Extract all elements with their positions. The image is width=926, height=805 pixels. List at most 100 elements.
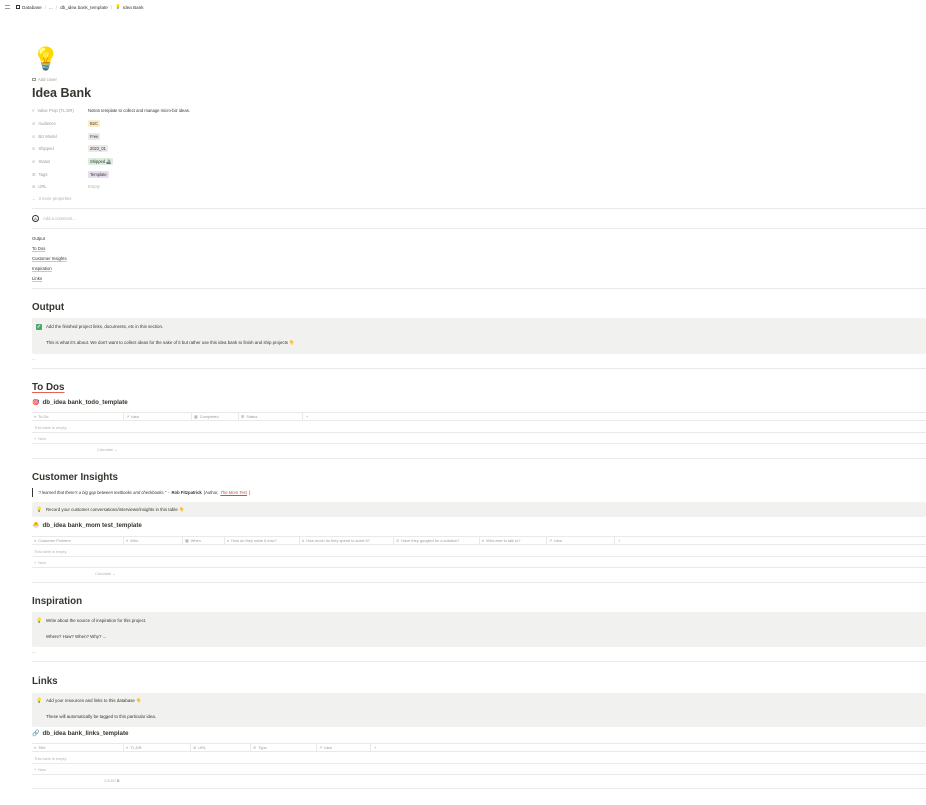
calculate-button[interactable]: Calculate ⌄ bbox=[95, 571, 116, 576]
divider bbox=[32, 368, 926, 369]
relation-icon: ↗ bbox=[126, 414, 130, 419]
sidebar-toggle-icon[interactable] bbox=[5, 5, 10, 9]
column-header[interactable]: ≡ Who else to talk to? bbox=[480, 537, 547, 544]
chevron-down-icon: ⌄ bbox=[114, 447, 118, 452]
property-status[interactable]: ⊙ Status Shipped 🚢 bbox=[32, 157, 332, 166]
new-row-button[interactable]: + New bbox=[32, 557, 926, 568]
column-header[interactable]: ≡ TL;DR bbox=[124, 744, 191, 751]
avatar: A bbox=[32, 215, 39, 222]
select-icon: ⊙ bbox=[32, 121, 36, 126]
text-icon: ≡ bbox=[34, 414, 37, 419]
chevron-down-icon: ⌄ bbox=[112, 571, 116, 576]
breadcrumb-template[interactable]: db_idea bank_template bbox=[60, 5, 108, 10]
multiselect-icon: ☰ bbox=[32, 172, 36, 177]
column-header[interactable]: ≡ Title bbox=[32, 744, 124, 751]
toc-item-output[interactable]: Output bbox=[32, 236, 45, 241]
column-header[interactable]: # How much do they spend to solve it? bbox=[300, 537, 394, 544]
text-icon: ≡ bbox=[227, 538, 230, 543]
plus-icon: + bbox=[34, 766, 37, 772]
toc-item-inspiration[interactable]: Inspiration bbox=[32, 266, 52, 271]
dots-text: ... bbox=[32, 649, 36, 654]
calculate-button[interactable]: Calculate ⌄ bbox=[97, 447, 118, 452]
divider bbox=[32, 208, 926, 209]
property-url[interactable]: ⊘ URL Empty bbox=[32, 182, 332, 191]
column-header[interactable]: ≡ Who bbox=[124, 537, 183, 544]
lightbulb-icon: 💡 bbox=[36, 506, 43, 513]
column-header[interactable]: ⊙ Type bbox=[251, 744, 317, 751]
add-column-button[interactable]: + bbox=[615, 537, 620, 544]
table-empty-text: This table is empty. bbox=[32, 422, 926, 433]
database-title-mom-test[interactable]: 🐣 db_idea bank_mom test_template bbox=[32, 522, 142, 529]
column-header[interactable]: ↗ Idea bbox=[547, 537, 615, 544]
add-column-button[interactable]: + bbox=[371, 744, 376, 751]
column-header[interactable]: ≡ Customer Problem bbox=[32, 537, 124, 544]
toc-item-customer-insights[interactable]: Customer Insights bbox=[32, 256, 67, 261]
link-icon: ⊘ bbox=[193, 745, 197, 750]
new-row-button[interactable]: + New bbox=[32, 433, 926, 444]
column-header[interactable]: ⊞ Status bbox=[239, 413, 303, 420]
shipped-pill: 2022_01 bbox=[88, 145, 108, 152]
text-icon: ≡ bbox=[32, 108, 35, 113]
chevron-down-icon: ⌄ bbox=[32, 196, 36, 201]
add-column-button[interactable]: + bbox=[303, 413, 308, 420]
divider bbox=[32, 458, 926, 459]
image-icon bbox=[32, 77, 36, 82]
column-header[interactable]: ▦ When bbox=[183, 537, 225, 544]
column-header[interactable]: ↗ Idea bbox=[317, 744, 371, 751]
new-row-button[interactable]: + New bbox=[32, 764, 926, 775]
breadcrumb-ellipsis[interactable]: ... bbox=[49, 5, 53, 10]
table-header-links: ≡ Title ≡ TL;DR ⊘ URL ⊙ Type ↗ Idea + bbox=[32, 743, 926, 752]
biz-model-pill: Free bbox=[88, 133, 101, 140]
select-icon: ⊙ bbox=[32, 146, 36, 151]
property-biz-model[interactable]: ⊙ Biz Model Free bbox=[32, 132, 332, 141]
property-audience[interactable]: ⊙ Audience B2C bbox=[32, 119, 332, 128]
divider bbox=[32, 288, 926, 289]
lightbulb-icon: 💡 bbox=[36, 698, 43, 704]
text-icon: ≡ bbox=[34, 745, 37, 750]
database-icon: 🔗 bbox=[32, 731, 40, 737]
toc-item-to-dos[interactable]: To Dos bbox=[32, 246, 45, 251]
page-icon-lightbulb-icon[interactable]: 💡 bbox=[32, 46, 59, 72]
callout-output: ✓ Add the finished project links, docume… bbox=[32, 318, 926, 354]
dots-text: ... bbox=[32, 356, 36, 361]
date-icon: ▦ bbox=[194, 414, 198, 419]
heading-inspiration: Inspiration bbox=[32, 596, 83, 607]
callout-insights: 💡 Record your customer conversations/int… bbox=[32, 502, 926, 517]
callout-inspiration: 💡 Write about the source of inspiration … bbox=[32, 612, 926, 647]
database-title-todo[interactable]: 🎯 db_idea bank_todo_template bbox=[32, 399, 128, 406]
column-header[interactable]: ↗ Idea bbox=[124, 413, 192, 420]
page-title[interactable]: Idea Bank bbox=[32, 86, 91, 100]
column-header[interactable]: ≡ How do they solve it now? bbox=[225, 537, 300, 544]
database-title-links[interactable]: 🔗 db_idea bank_links_template bbox=[32, 730, 128, 737]
property-shipped[interactable]: ⊙ Shipped 2022_01 bbox=[32, 144, 332, 153]
status-pill: Shipped 🚢 bbox=[88, 158, 114, 165]
date-icon: ▦ bbox=[185, 538, 189, 543]
count-summary[interactable]: COUNT 0 bbox=[104, 778, 119, 783]
add-cover-button[interactable]: Add cover bbox=[32, 77, 57, 82]
relation-icon: ↗ bbox=[319, 745, 323, 750]
select-icon: ⊙ bbox=[32, 134, 36, 139]
heading-output: Output bbox=[32, 302, 65, 313]
more-properties-toggle[interactable]: ⌄ 3 more properties bbox=[32, 196, 71, 201]
column-header[interactable]: ⊘ URL bbox=[191, 744, 251, 751]
comment-input[interactable]: A Add a comment... bbox=[32, 215, 76, 222]
column-header[interactable]: ⊙ Have they googled for a solution? bbox=[394, 537, 480, 544]
database-icon: 🐣 bbox=[32, 523, 40, 529]
checkbox-icon: ✓ bbox=[36, 324, 42, 330]
column-header[interactable]: ▦ Completed bbox=[192, 413, 239, 420]
breadcrumb-idea-bank[interactable]: 💡 Idea Bank bbox=[115, 4, 143, 10]
table-empty-text: This table is empty. bbox=[32, 753, 926, 764]
column-header[interactable]: ≡ To Do bbox=[32, 413, 124, 420]
property-value-prop[interactable]: ≡ Value Prop (TL;DR) Notion template to c… bbox=[32, 106, 332, 115]
lightbulb-icon: 💡 bbox=[36, 617, 43, 624]
book-link[interactable]: The Mom Test bbox=[220, 490, 247, 495]
toc-item-links[interactable]: Links bbox=[32, 276, 42, 281]
select-icon: ⊞ bbox=[241, 414, 245, 419]
heading-customer-insights: Customer Insights bbox=[32, 472, 119, 483]
property-tags[interactable]: ☰ Tags Template bbox=[32, 170, 332, 179]
text-icon: ≡ bbox=[482, 538, 485, 543]
lightbulb-icon: 💡 bbox=[115, 4, 121, 9]
divider bbox=[32, 661, 926, 662]
breadcrumb-database[interactable]: Database bbox=[16, 5, 42, 10]
tags-pill: Template bbox=[88, 171, 109, 178]
